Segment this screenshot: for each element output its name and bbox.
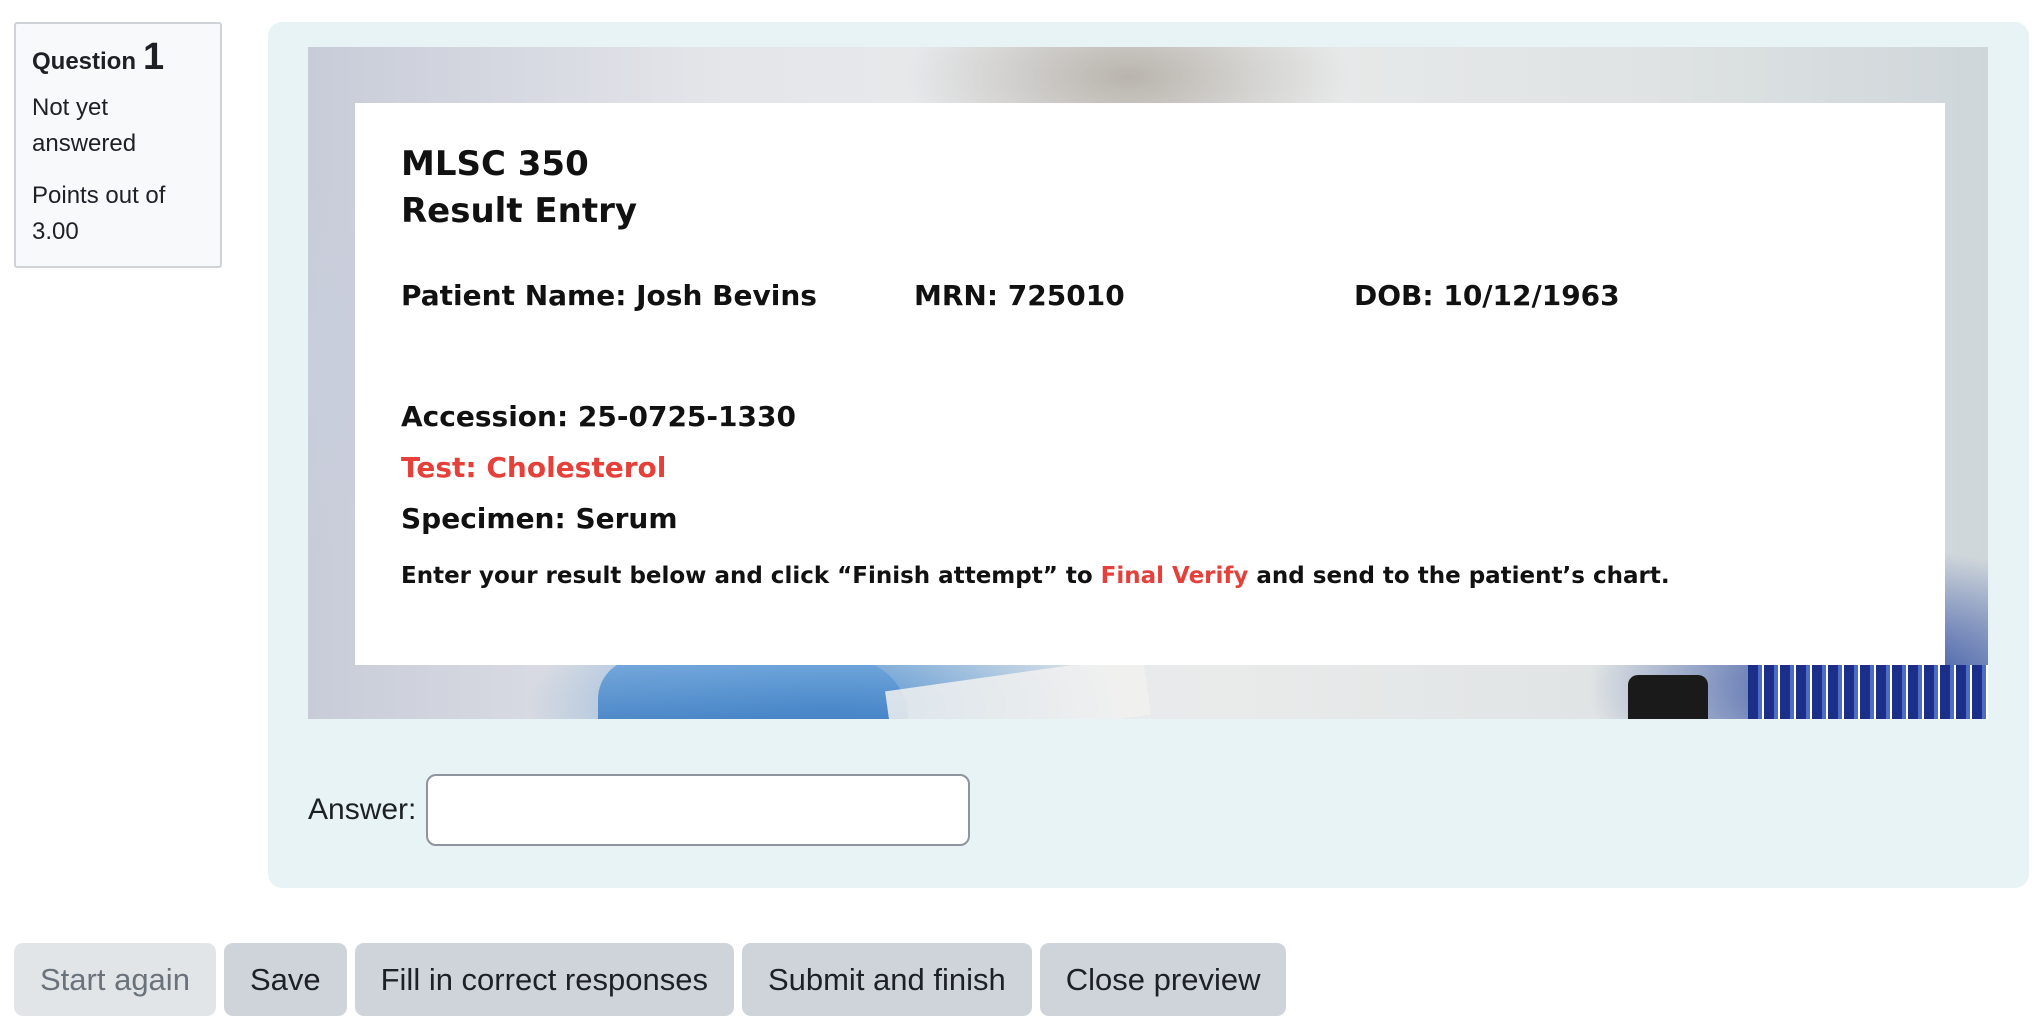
instruction-before: Enter your result below and click “Finis… xyxy=(401,563,1101,589)
start-again-button[interactable]: Start again xyxy=(14,943,216,1016)
question-grade: Points out of 3.00 xyxy=(32,182,166,245)
submit-and-finish-button[interactable]: Submit and finish xyxy=(741,943,1032,1016)
question-number-row: Question 1 xyxy=(32,38,204,76)
accession-number: Accession: 25-0725-1330 xyxy=(401,400,796,433)
card-subtitle: Result Entry xyxy=(401,191,638,231)
instruction-after: and send to the patient’s chart. xyxy=(1248,563,1670,589)
question-label: Question xyxy=(32,48,137,75)
specimen-type: Specimen: Serum xyxy=(401,502,678,535)
result-entry-card: MLSC 350 Result Entry Patient Name: Josh… xyxy=(355,103,1945,665)
patient-mrn: MRN: 725010 xyxy=(914,279,1125,312)
result-entry-banner: MLSC 350 Result Entry Patient Name: Josh… xyxy=(308,47,1988,719)
test-name: Test: Cholesterol xyxy=(401,451,667,484)
instruction-highlight: Final Verify xyxy=(1100,563,1249,589)
fill-correct-responses-button[interactable]: Fill in correct responses xyxy=(354,943,734,1016)
answer-input[interactable] xyxy=(426,774,971,846)
patient-dob: DOB: 10/12/1963 xyxy=(1354,279,1620,312)
instruction-text: Enter your result below and click “Finis… xyxy=(401,563,1899,589)
save-button[interactable]: Save xyxy=(223,943,347,1016)
question-number: 1 xyxy=(143,36,165,78)
banner-microscope-decoration xyxy=(1628,675,1708,719)
question-info: Question 1 Not yet answered Points out o… xyxy=(14,22,222,268)
answer-label: Answer: xyxy=(308,793,417,826)
patient-info-row: Patient Name: Josh Bevins MRN: 725010 DO… xyxy=(401,279,1899,312)
preview-controls: Start again Save Fill in correct respons… xyxy=(14,943,1287,1016)
question-formulation: MLSC 350 Result Entry Patient Name: Josh… xyxy=(268,22,2029,888)
banner-test-tubes-decoration xyxy=(1748,665,1988,719)
course-title: MLSC 350 xyxy=(401,144,589,184)
answer-row: Answer: xyxy=(308,774,971,846)
patient-name: Patient Name: Josh Bevins xyxy=(401,279,817,312)
banner-glove-decoration xyxy=(598,659,908,719)
close-preview-button[interactable]: Close preview xyxy=(1039,943,1287,1016)
question-state: Not yet answered xyxy=(32,94,137,157)
